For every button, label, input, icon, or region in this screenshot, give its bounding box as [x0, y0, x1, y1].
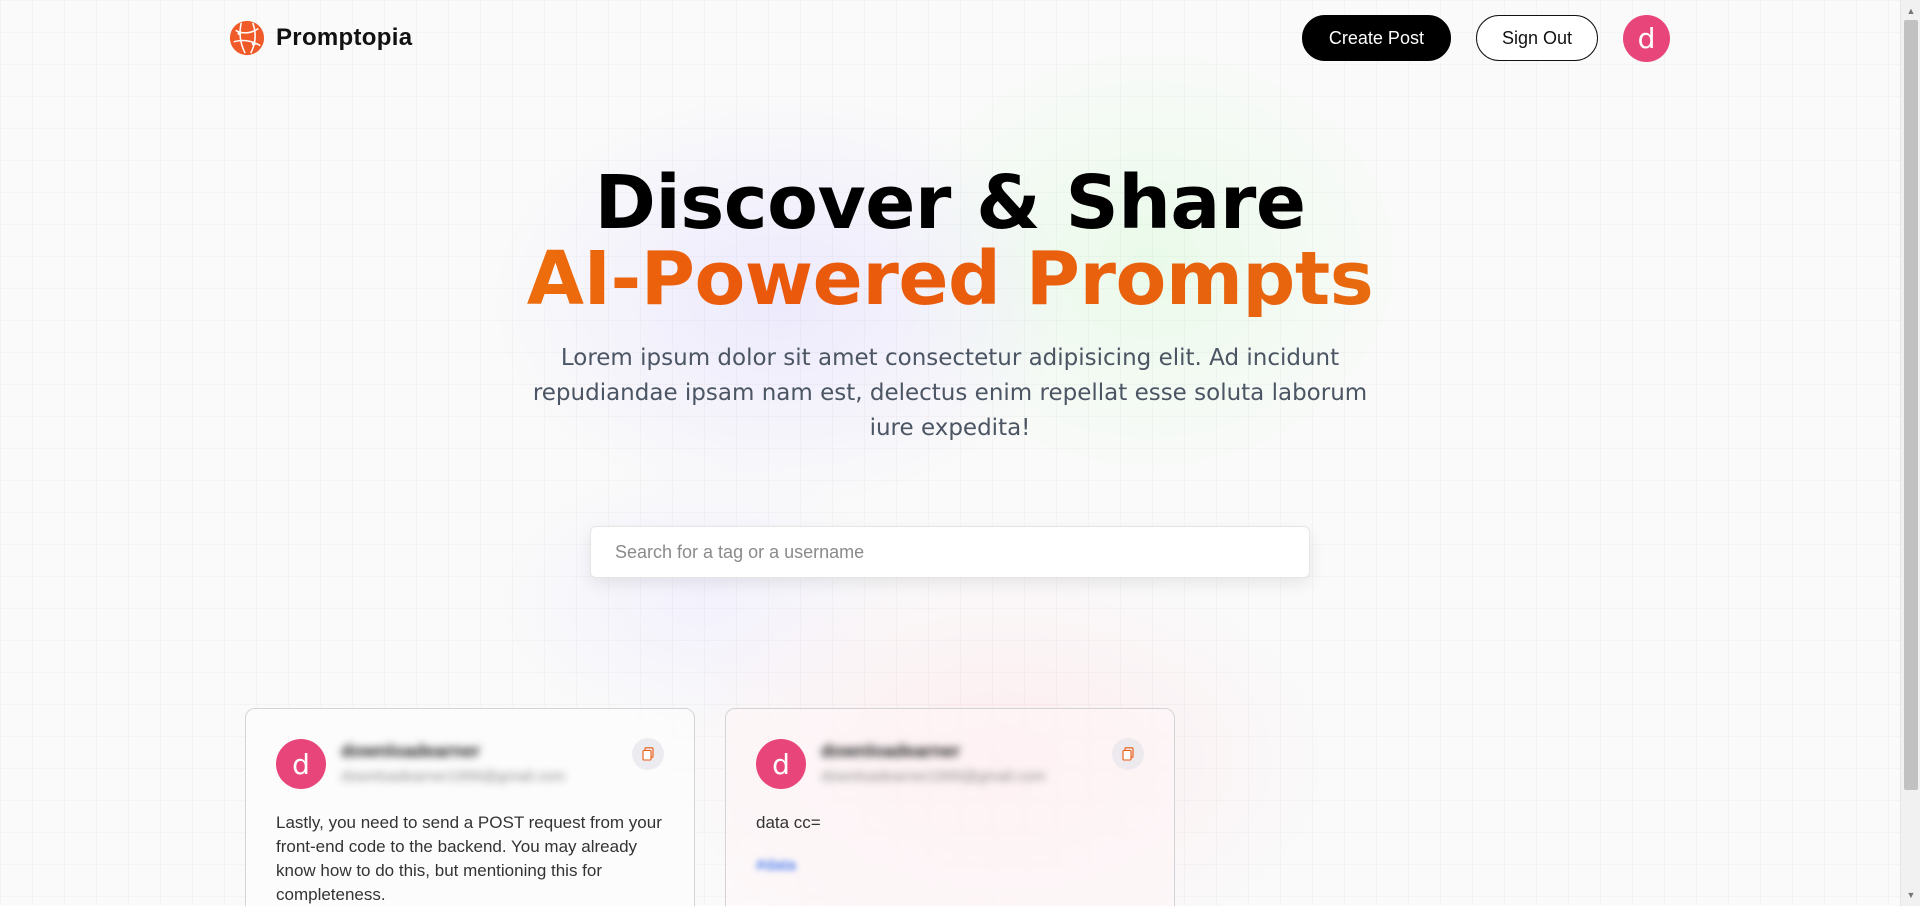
search-box — [590, 526, 1310, 578]
card-user-info[interactable]: downloadearner downloadearner1999@gmail.… — [821, 741, 1112, 785]
card-header: d downloadearner downloadearner1999@gmai… — [276, 738, 664, 789]
card-prompt-text: data cc= — [756, 813, 821, 832]
page: Promptopia Create Post Sign Out d Discov… — [0, 0, 1920, 906]
prompt-card[interactable]: d downloadearner downloadearner1999@gmai… — [725, 708, 1175, 906]
copy-icon — [642, 747, 654, 761]
hero-section: Discover & Share AI-Powered Prompts Lore… — [0, 165, 1900, 446]
search-input[interactable] — [591, 527, 1309, 577]
prompt-card[interactable]: d downloadearner downloadearner1999@gmai… — [245, 708, 695, 906]
scroll-down-arrow-icon[interactable]: ▼ — [1901, 886, 1920, 904]
card-prompt-text: Lastly, you need to send a POST request … — [276, 813, 662, 904]
scroll-thumb[interactable] — [1904, 20, 1918, 790]
hero-title-line1: Discover & Share — [594, 160, 1306, 246]
card-tag-link[interactable]: #data — [756, 857, 1144, 875]
copy-button[interactable] — [632, 738, 664, 770]
hero-title: Discover & Share AI-Powered Prompts — [0, 165, 1900, 317]
card-username: downloadearner — [821, 741, 961, 761]
hero-title-line2: AI-Powered Prompts — [0, 241, 1900, 317]
brand-name: Promptopia — [276, 24, 413, 51]
sign-out-button[interactable]: Sign Out — [1475, 15, 1598, 61]
globe-logo-icon — [229, 20, 265, 56]
copy-icon — [1122, 747, 1134, 761]
top-nav: Promptopia Create Post Sign Out d — [228, 14, 1670, 62]
card-avatar[interactable]: d — [276, 739, 326, 789]
page-scrollbar[interactable]: ▲ ▼ — [1900, 0, 1920, 906]
nav-actions: Create Post Sign Out d — [1301, 14, 1670, 62]
scroll-up-arrow-icon[interactable]: ▲ — [1901, 2, 1920, 20]
card-user-info[interactable]: downloadearner downloadearner1999@gmail.… — [341, 741, 632, 785]
create-post-button[interactable]: Create Post — [1301, 15, 1451, 61]
card-email: downloadearner1999@gmail.com — [341, 768, 566, 785]
card-email: downloadearner1999@gmail.com — [821, 768, 1046, 785]
hero-description: Lorem ipsum dolor sit amet consectetur a… — [532, 345, 1368, 441]
profile-avatar[interactable]: d — [1623, 14, 1670, 62]
card-avatar[interactable]: d — [756, 739, 806, 789]
card-header: d downloadearner downloadearner1999@gmai… — [756, 738, 1144, 789]
brand-link[interactable]: Promptopia — [228, 19, 412, 57]
card-username: downloadearner — [341, 741, 481, 761]
copy-button[interactable] — [1112, 738, 1144, 770]
